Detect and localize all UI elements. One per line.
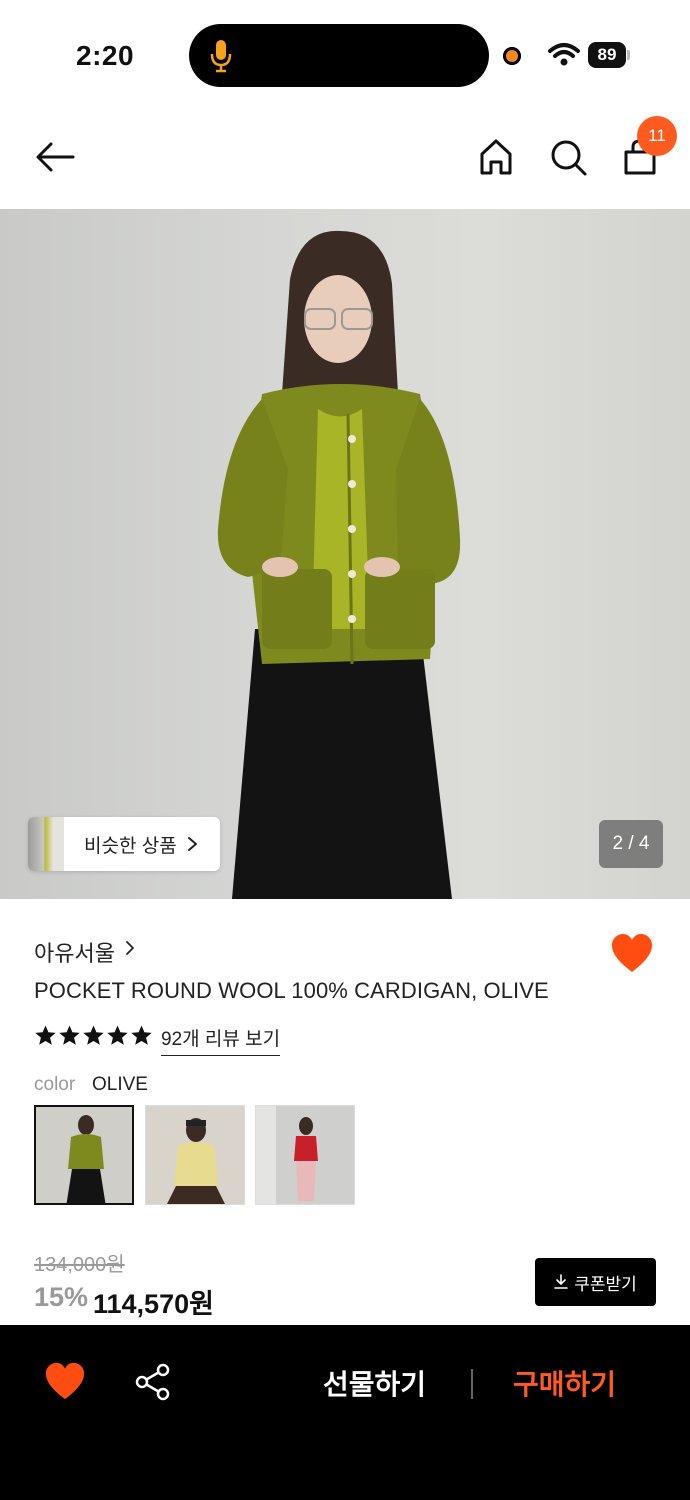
swatch-yellow-photo — [146, 1106, 244, 1204]
star-icon — [35, 1025, 56, 1045]
brand-chevron-right-icon — [126, 941, 134, 955]
bottom-heart-icon[interactable] — [44, 1361, 86, 1403]
heart-icon[interactable] — [610, 932, 654, 976]
brand-link[interactable]: 아유서울 — [34, 936, 115, 968]
buy-button[interactable]: 구매하기 — [513, 1363, 616, 1403]
coupon-download-button[interactable]: 쿠폰받기 — [535, 1258, 656, 1306]
status-time: 2:20 — [76, 40, 135, 71]
share-icon[interactable] — [133, 1362, 173, 1402]
bottom-action-bar — [0, 1325, 690, 1500]
color-swatch-red[interactable] — [255, 1105, 355, 1205]
dynamic-island — [189, 24, 489, 87]
status-bar: 2:20 89 — [0, 0, 690, 105]
bottom-divider — [471, 1369, 473, 1399]
reviews-link[interactable]: 92개 리뷰 보기 — [161, 1024, 281, 1056]
product-title: POCKET ROUND WOOL 100% CARDIGAN, OLIVE — [34, 978, 549, 1003]
similar-products-label: 비슷한 상품 — [84, 836, 177, 857]
search-icon[interactable] — [546, 135, 590, 179]
model-photo — [217, 230, 461, 899]
recording-indicator-icon — [503, 47, 521, 65]
chevron-right-icon — [188, 837, 197, 851]
gift-button[interactable]: 선물하기 — [323, 1363, 426, 1403]
top-nav — [0, 105, 690, 209]
color-label: color — [34, 1074, 76, 1095]
back-arrow-icon[interactable] — [33, 135, 77, 179]
image-page-counter: 2 / 4 — [599, 820, 663, 868]
color-swatch-yellow[interactable] — [145, 1105, 245, 1205]
battery-icon: 89 — [588, 42, 630, 68]
sale-price: 114,570원 — [93, 1289, 214, 1319]
cart-count-badge: 11 — [637, 116, 677, 156]
original-price: 134,000원 — [34, 1254, 125, 1276]
microphone-icon — [210, 40, 232, 73]
home-icon[interactable] — [474, 135, 518, 179]
product-image[interactable] — [0, 209, 690, 899]
battery-level: 89 — [588, 42, 626, 68]
discount-rate: 15% — [34, 1282, 89, 1312]
coupon-label: 쿠폰받기 — [574, 1274, 637, 1294]
rating-stars — [34, 1024, 153, 1050]
color-value: OLIVE — [92, 1074, 148, 1095]
swatch-olive-photo — [36, 1107, 132, 1203]
color-swatch-olive[interactable] — [34, 1105, 134, 1205]
similar-product-thumbnail — [28, 817, 64, 871]
star-icon — [59, 1025, 80, 1045]
star-icon — [131, 1025, 152, 1045]
swatch-red-photo — [256, 1106, 354, 1204]
wifi-icon — [548, 43, 580, 66]
star-icon — [83, 1025, 104, 1045]
download-icon — [554, 1274, 569, 1289]
star-icon — [107, 1025, 128, 1045]
